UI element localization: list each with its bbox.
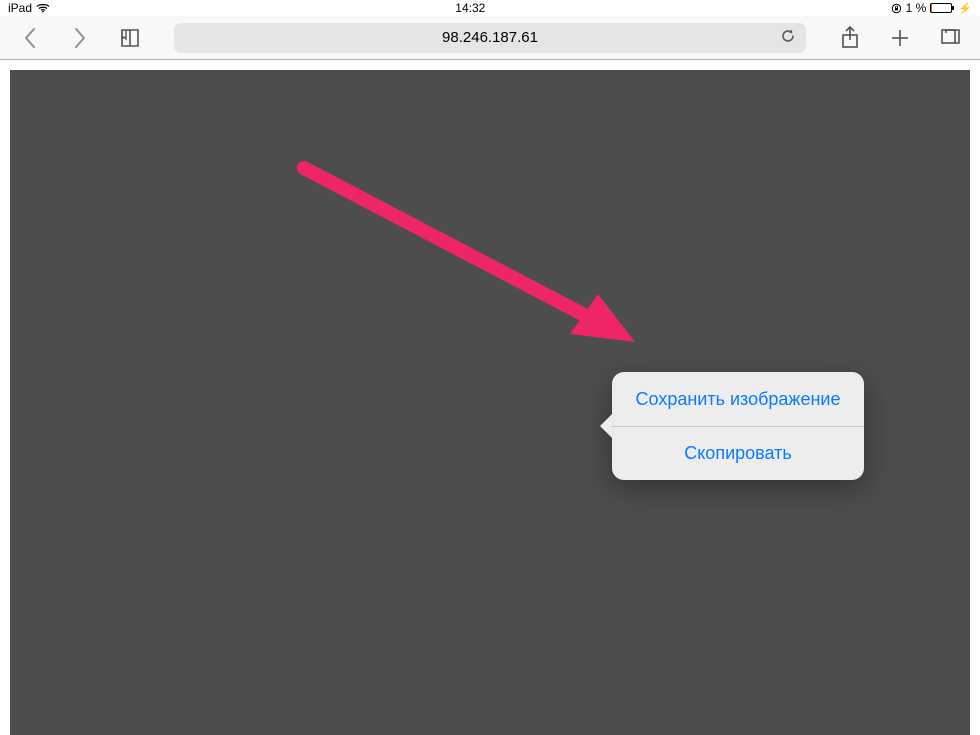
status-bar: iPad 14:32 1 % ⚡	[0, 0, 980, 16]
browser-toolbar: 98.246.187.61	[0, 16, 980, 60]
context-menu: Сохранить изображение Скопировать	[612, 372, 864, 480]
battery-percent-label: 1 %	[906, 1, 927, 15]
back-button[interactable]	[18, 26, 42, 50]
bookmarks-button[interactable]	[118, 26, 142, 50]
save-image-button[interactable]: Сохранить изображение	[612, 372, 864, 426]
status-time: 14:32	[455, 1, 485, 15]
charging-icon: ⚡	[958, 2, 972, 15]
popover-arrow-icon	[600, 414, 612, 438]
page-content: Сохранить изображение Скопировать	[0, 60, 980, 735]
address-bar[interactable]: 98.246.187.61	[174, 23, 806, 53]
address-text: 98.246.187.61	[442, 29, 538, 46]
forward-button[interactable]	[68, 26, 92, 50]
share-button[interactable]	[838, 26, 862, 50]
wifi-icon	[36, 3, 50, 13]
battery-fill	[931, 4, 932, 12]
reload-button[interactable]	[780, 28, 796, 48]
orientation-lock-icon	[891, 3, 902, 14]
copy-button[interactable]: Скопировать	[612, 426, 864, 480]
device-label: iPad	[8, 1, 32, 15]
status-right: 1 % ⚡	[891, 1, 972, 15]
new-tab-button[interactable]	[888, 26, 912, 50]
tabs-button[interactable]	[938, 26, 962, 50]
battery-icon	[930, 3, 952, 13]
status-left: iPad	[8, 1, 50, 15]
